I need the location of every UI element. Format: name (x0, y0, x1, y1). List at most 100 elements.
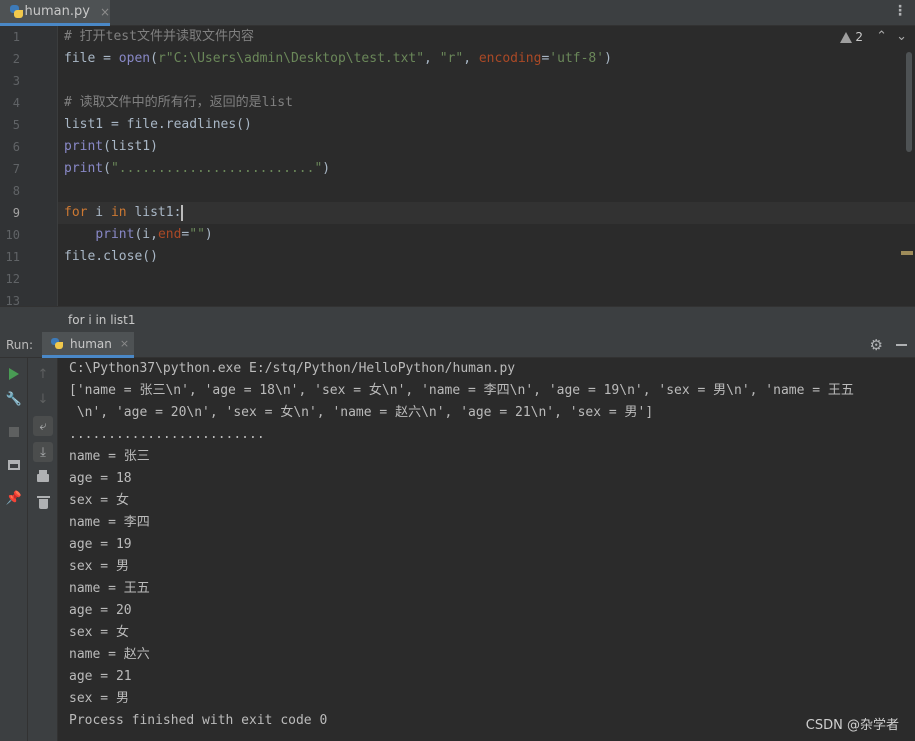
code-line-2[interactable]: file = open(r"C:\Users\admin\Desktop\tes… (64, 48, 612, 70)
param-token: end (157, 227, 182, 242)
code-token: ) (322, 161, 331, 176)
edit-configuration-button[interactable]: 🔧 (4, 389, 24, 409)
up-button[interactable]: ↑ (33, 364, 53, 384)
gear-icon[interactable]: ⚙ (870, 336, 883, 354)
code-token: file = (64, 51, 119, 66)
code-line-6[interactable]: print(list1) (64, 136, 158, 158)
code-token: ( (150, 51, 158, 66)
console-line: age = 18 (69, 471, 132, 486)
code-token: , (424, 51, 440, 66)
python-run-icon (50, 337, 64, 351)
close-tab-icon[interactable]: × (100, 5, 110, 19)
code-line-1[interactable]: # 打开test文件并读取文件内容 (64, 26, 254, 48)
tab-label: human.py (24, 4, 90, 19)
console-line: name = 张三 (69, 449, 150, 464)
code-token: list1: (126, 205, 182, 220)
print-button[interactable] (33, 468, 53, 488)
code-token: list1 = file.readlines() (64, 117, 252, 132)
breadcrumb-item[interactable]: for i in list1 (68, 313, 135, 327)
console-line: \n', 'age = 20\n', 'sex = 女\n', 'name = … (69, 405, 654, 420)
scroll-to-end-button[interactable]: ⤓ (33, 442, 53, 462)
previous-highlight-icon[interactable]: ⌃ (876, 29, 887, 44)
editor-scrollbar[interactable] (906, 52, 912, 152)
restore-layout-button[interactable] (4, 455, 24, 475)
line-number: 11 (5, 250, 20, 264)
console-line: sex = 女 (69, 625, 129, 640)
line-number-active: 9 (12, 206, 20, 220)
layout-icon (8, 460, 20, 470)
code-editor[interactable]: 1 2 3 4 5 6 7 8 9 10 11 12 13 # 打开test文件… (0, 26, 915, 306)
code-line-4[interactable]: # 读取文件中的所有行，返回的是list (64, 92, 293, 114)
python-file-icon (8, 4, 23, 20)
code-line-5[interactable]: list1 = file.readlines() (64, 114, 252, 136)
pin-icon: 📌 (5, 490, 23, 506)
trash-icon (36, 496, 50, 509)
console-line: age = 19 (69, 537, 132, 552)
next-highlight-icon[interactable]: ⌄ (896, 29, 907, 44)
console-actions-toolbar: ↑ ↓ ⤶ ⤓ (28, 358, 58, 741)
code-token: ) (604, 51, 612, 66)
console-line: ['name = 张三\n', 'age = 18\n', 'sex = 女\n… (69, 383, 854, 398)
console-line: age = 20 (69, 603, 132, 618)
builtin-token: print (95, 227, 135, 242)
code-token: file.close() (64, 249, 158, 264)
warning-icon (840, 31, 853, 43)
close-run-tab-icon[interactable]: × (120, 337, 129, 350)
console-line: sex = 男 (69, 559, 129, 574)
keyword-token: in (110, 205, 127, 220)
code-token: (i, (134, 227, 158, 242)
text-caret (181, 204, 184, 221)
param-token: encoding (478, 51, 542, 66)
code-line-11[interactable]: file.close() (64, 246, 158, 268)
more-options-icon[interactable]: ⋮ (893, 3, 907, 19)
line-number: 1 (12, 30, 20, 44)
comment: # 打开test文件并读取文件内容 (64, 29, 254, 44)
code-line-10[interactable]: print(i,end="") (64, 224, 213, 246)
code-line-7[interactable]: print(".........................") (64, 158, 330, 180)
string-token: "" (189, 227, 205, 242)
line-number: 12 (5, 272, 20, 286)
error-stripe-marker[interactable] (901, 251, 913, 255)
minimize-icon[interactable] (896, 344, 907, 346)
line-number: 7 (12, 162, 20, 176)
run-tab-label: human (70, 336, 112, 351)
code-token: ) (204, 227, 213, 242)
current-line-highlight (58, 202, 915, 224)
inspection-widget[interactable]: 2 (840, 30, 863, 44)
run-actions-toolbar: 🔧 📌 (0, 358, 28, 741)
editor-tab-bar: human.py × ⋮ (0, 0, 915, 26)
line-number-gutter: 1 2 3 4 5 6 7 8 9 10 11 12 13 (0, 26, 58, 306)
warning-count: 2 (855, 30, 863, 44)
arrow-down-icon: ↓ (37, 391, 49, 407)
console-line: name = 王五 (69, 581, 150, 596)
line-number: 2 (12, 52, 20, 66)
rerun-button[interactable] (4, 364, 24, 384)
console-line: ......................... (69, 427, 265, 442)
code-line-9[interactable]: for i in list1: (64, 202, 184, 224)
tab-human-py[interactable]: human.py × (0, 0, 110, 26)
clear-all-button[interactable] (33, 494, 53, 514)
line-number: 4 (12, 96, 20, 110)
builtin-token: open (118, 51, 151, 66)
code-token: (list1) (103, 139, 158, 154)
run-console-output[interactable]: C:\Python37\python.exe E:/stq/Python/Hel… (58, 358, 915, 741)
line-number: 5 (12, 118, 20, 132)
string-token: r"C:\Users\admin\Desktop\test.txt" (157, 51, 425, 66)
watermark: CSDN @杂学者 (805, 718, 899, 733)
down-button[interactable]: ↓ (33, 389, 53, 409)
console-line: name = 李四 (69, 515, 150, 530)
run-toolwindow-header: Run: human × ⚙ (0, 332, 915, 358)
builtin-token: print (64, 139, 104, 154)
breadcrumb[interactable]: for i in list1 (0, 306, 915, 332)
stop-button[interactable] (4, 422, 24, 442)
wrench-icon: 🔧 (5, 391, 23, 407)
pin-tab-button[interactable]: 📌 (4, 488, 24, 508)
run-tab-human[interactable]: human × (42, 332, 134, 358)
comment: # 读取文件中的所有行，返回的是list (64, 95, 293, 110)
run-label: Run: (6, 338, 34, 352)
line-number: 10 (5, 228, 20, 242)
arrow-up-icon: ↑ (37, 366, 49, 382)
builtin-token: print (64, 161, 104, 176)
soft-wrap-button[interactable]: ⤶ (33, 416, 53, 436)
